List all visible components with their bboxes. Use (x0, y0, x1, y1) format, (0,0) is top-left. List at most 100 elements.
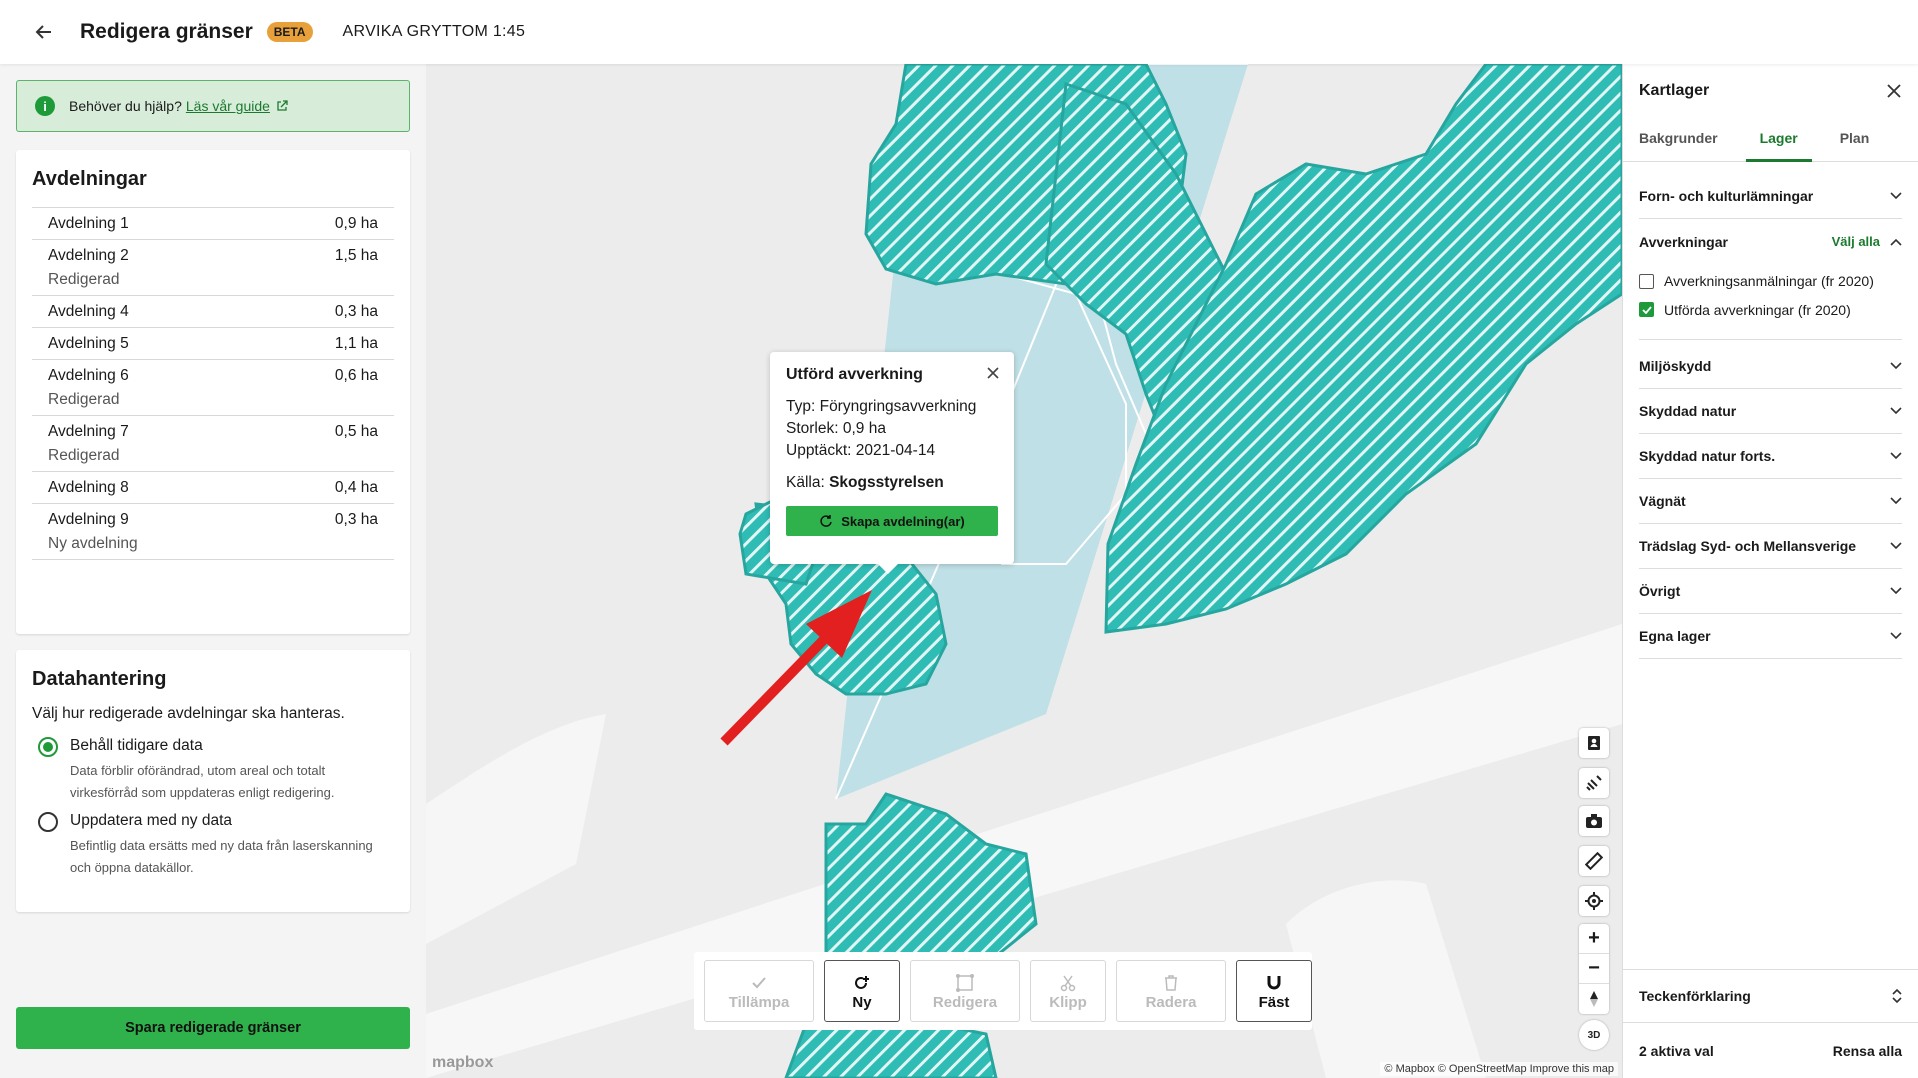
data-handling-description: Välj hur redigerade avdelningar ska hant… (32, 705, 345, 722)
chevron-down-icon (1890, 542, 1902, 550)
checkbox-felling-notices[interactable]: Avverkningsanmälningar (fr 2020) (1623, 264, 1918, 298)
chevron-down-icon (1890, 632, 1902, 640)
popup-source-label: Källa: (786, 474, 825, 491)
map-canvas[interactable]: Utförd avverkning Typ: Föryngringsavverk… (426, 64, 1622, 1078)
division-status: Redigerad (48, 447, 120, 464)
data-handling-title: Datahantering (32, 668, 167, 690)
chevron-down-icon (1890, 452, 1902, 460)
section-felling[interactable]: Avverkningar Välj alla (1639, 219, 1902, 264)
division-row[interactable]: Avdelning 5 1,1 ha (32, 328, 394, 360)
radio-description: Data förblir oförändrad, utom areal och … (70, 763, 335, 801)
tab-backgrounds[interactable]: Bakgrunder (1639, 116, 1718, 162)
locate-icon[interactable] (1579, 886, 1609, 916)
division-name: Avdelning 2 (48, 247, 129, 264)
tab-layers[interactable]: Lager (1745, 116, 1812, 162)
division-row[interactable]: Avdelning 7 0,5 ha Redigerad (32, 416, 394, 472)
division-name: Avdelning 5 (48, 335, 129, 352)
trash-icon (1164, 972, 1178, 994)
satellite-icon[interactable] (1579, 768, 1609, 798)
active-count: 2 aktiva val (1639, 1043, 1714, 1059)
delete-button[interactable]: Radera (1116, 960, 1226, 1022)
division-area: 1,5 ha (334, 247, 378, 264)
checkbox-label: Avverkningsanmälningar (fr 2020) (1664, 273, 1874, 289)
close-icon[interactable] (984, 364, 1002, 382)
section-label: Trädslag Syd- och Mellansverige (1639, 538, 1857, 554)
snap-button[interactable]: Fäst (1236, 960, 1312, 1022)
division-status: Redigerad (48, 271, 120, 288)
tab-plan[interactable]: Plan (1840, 116, 1870, 162)
zoom-out-button[interactable]: − (1579, 954, 1609, 984)
info-icon: i (35, 96, 55, 116)
radio-keep-data[interactable]: Behåll tidigare data Data förblir oförän… (16, 737, 410, 804)
divisions-title: Avdelningar (32, 168, 147, 190)
checkbox-checked[interactable] (1639, 302, 1654, 317)
division-status: Ny avdelning (48, 535, 138, 552)
radio-button[interactable] (38, 737, 58, 757)
legend-toggle[interactable]: Teckenförklaring (1623, 969, 1918, 1023)
checkbox[interactable] (1639, 273, 1654, 289)
section-road-network[interactable]: Vägnät (1639, 479, 1902, 524)
division-area: 0,3 ha (334, 511, 378, 528)
division-area: 1,1 ha (334, 335, 378, 352)
division-row[interactable]: Avdelning 4 0,3 ha (32, 296, 394, 328)
section-protected-nature-cont[interactable]: Skyddad natur forts. (1639, 434, 1902, 479)
radio-update-data[interactable]: Uppdatera med ny data Befintlig data ers… (16, 812, 410, 879)
division-row[interactable]: Avdelning 6 0,6 ha Redigerad (32, 360, 394, 416)
mapbox-logo: mapbox (432, 1054, 494, 1071)
back-arrow-icon[interactable] (30, 18, 58, 46)
legend-label: Teckenförklaring (1639, 988, 1751, 1004)
edit-label: Redigera (932, 993, 998, 1011)
section-label: Övrigt (1639, 583, 1681, 599)
close-icon[interactable] (1886, 83, 1902, 99)
division-area: 0,4 ha (334, 479, 378, 496)
guide-link[interactable]: Läs vår guide (186, 98, 270, 114)
contact-icon[interactable] (1579, 728, 1609, 758)
help-text: Behöver du hjälp? (69, 98, 182, 114)
chevron-down-icon (1890, 192, 1902, 200)
chevron-down-icon (1890, 407, 1902, 415)
division-row[interactable]: Avdelning 8 0,4 ha (32, 472, 394, 504)
ruler-icon[interactable] (1579, 846, 1609, 876)
division-row[interactable]: Avdelning 1 0,9 ha (32, 208, 394, 240)
expand-icon (1892, 988, 1902, 1004)
3d-toggle-button[interactable]: 3D (1579, 1020, 1609, 1050)
3d-label: 3D (1587, 1029, 1601, 1041)
checkbox-completed-felling[interactable]: Utförda avverkningar (fr 2020) (1639, 298, 1902, 340)
active-selection-row: 2 aktiva val Rensa alla (1623, 1024, 1918, 1078)
division-row[interactable]: Avdelning 2 1,5 ha Redigerad (32, 240, 394, 296)
section-env-protection[interactable]: Miljöskydd (1639, 344, 1902, 389)
create-division-button[interactable]: Skapa avdelning(ar) (786, 506, 998, 536)
clear-all-button[interactable]: Rensa alla (1833, 1043, 1902, 1059)
division-name: Avdelning 8 (48, 479, 129, 496)
header: Redigera gränser BETA ARVIKA GRYTTOM 1:4… (0, 0, 1918, 64)
apply-button[interactable]: Tillämpa (704, 960, 814, 1022)
snap-label: Fäst (1258, 993, 1290, 1011)
save-boundaries-button[interactable]: Spara redigerade gränser (16, 1007, 410, 1049)
popup-type: Typ: Föryngringsavverkning (786, 398, 977, 415)
zoom-in-button[interactable]: + (1579, 924, 1609, 954)
section-ancient-remains[interactable]: Forn- och kulturlämningar (1639, 174, 1902, 219)
popup-source-value: Skogsstyrelsen (829, 474, 944, 491)
section-tree-species[interactable]: Trädslag Syd- och Mellansverige (1639, 524, 1902, 569)
camera-icon[interactable] (1579, 806, 1609, 836)
radio-description: Befintlig data ersätts med ny data från … (70, 838, 373, 876)
zoom-controls: + − (1579, 924, 1609, 1014)
division-name: Avdelning 7 (48, 423, 129, 440)
map-attribution[interactable]: © Mapbox © OpenStreetMap Improve this ma… (1380, 1062, 1618, 1076)
popup-size: Storlek: 0,9 ha (786, 420, 886, 437)
division-name: Avdelning 4 (48, 303, 129, 320)
new-button[interactable]: Ny (824, 960, 900, 1022)
division-row[interactable]: Avdelning 9 0,3 ha Ny avdelning (32, 504, 394, 560)
section-other[interactable]: Övrigt (1639, 569, 1902, 614)
cut-button[interactable]: Klipp (1030, 960, 1106, 1022)
radio-button[interactable] (38, 812, 58, 833)
section-protected-nature[interactable]: Skyddad natur (1639, 389, 1902, 434)
compass-button[interactable] (1579, 984, 1609, 1014)
select-all-link[interactable]: Välj alla (1832, 234, 1880, 249)
radio-label: Behåll tidigare data (70, 737, 203, 754)
section-label: Avverkningar (1639, 233, 1728, 250)
edit-button[interactable]: Redigera (910, 960, 1020, 1022)
section-own-layers[interactable]: Egna lager (1639, 614, 1902, 659)
division-area: 0,9 ha (334, 215, 378, 232)
chevron-up-icon (1890, 238, 1902, 246)
